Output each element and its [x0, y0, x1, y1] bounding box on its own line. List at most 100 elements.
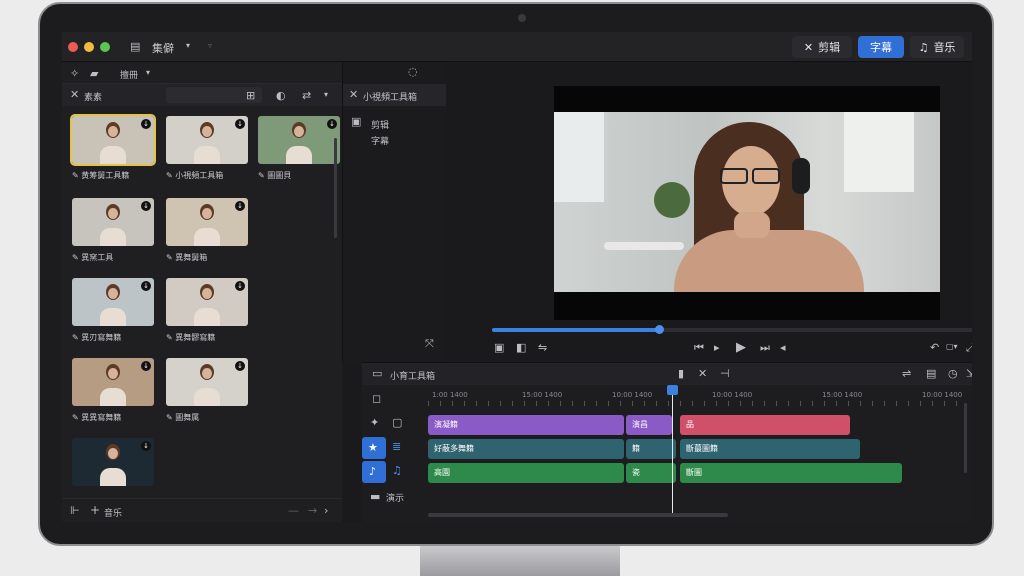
screen-icon[interactable]: ▣ — [494, 342, 504, 353]
download-icon[interactable]: ↓ — [141, 281, 151, 291]
scissors-icon[interactable]: ✕ — [698, 368, 707, 379]
audio-track-toggle[interactable]: ♪ — [362, 461, 386, 483]
person-face — [294, 126, 304, 137]
media-thumbnail[interactable]: ↓ — [166, 358, 248, 406]
tool-item-edit[interactable]: 剪辑 — [371, 118, 389, 131]
chevron-down-icon[interactable]: ▿ — [208, 42, 212, 50]
maximize-window-button[interactable] — [100, 42, 110, 52]
expand-icon[interactable]: ⤧ — [425, 338, 434, 349]
video-track-toggle[interactable]: ★ — [362, 437, 386, 459]
download-icon[interactable]: ↓ — [141, 441, 151, 451]
audio-clip[interactable]: 瓷 — [626, 463, 676, 483]
scissors-icon: ✕ — [70, 88, 80, 101]
zoom-select[interactable]: ▢▾ — [946, 343, 958, 351]
video-clip[interactable]: 好蔽多舞籍 — [428, 439, 624, 459]
prev-frame-icon[interactable]: ⏮ — [694, 342, 704, 353]
playback-progress[interactable] — [492, 325, 972, 334]
play-small-icon[interactable]: ▸ — [714, 342, 720, 353]
media-thumbnail[interactable]: ↓ — [72, 278, 154, 326]
media-thumbnail[interactable]: ↓ — [72, 438, 154, 486]
plant — [654, 182, 690, 218]
chevron-down-icon[interactable]: ▾ — [146, 69, 150, 77]
split-icon[interactable]: ◧ — [516, 342, 526, 353]
chevron-down-icon[interactable]: ▾ — [186, 42, 190, 50]
visibility-icon[interactable]: ▢ — [392, 417, 402, 428]
download-icon[interactable]: ↓ — [141, 361, 151, 371]
media-thumbnail[interactable]: ↓ — [166, 278, 248, 326]
plus-icon[interactable]: + — [90, 504, 100, 516]
close-window-button[interactable] — [68, 42, 78, 52]
text-track-icon[interactable]: ✦ — [370, 417, 379, 428]
text-clip[interactable]: 演昌 — [626, 415, 672, 435]
download-icon[interactable]: ↓ — [235, 201, 245, 211]
layout-icon[interactable]: ⊩ — [70, 505, 80, 516]
video-clip[interactable]: 斷蕞圖籍 — [680, 439, 860, 459]
folder-icon[interactable]: ▰ — [90, 68, 98, 79]
mode-edit-button[interactable]: ✕ 剪辑 — [792, 36, 852, 58]
media-thumbnail[interactable]: ↓ — [72, 198, 154, 246]
media-thumbnail[interactable]: ↓ — [72, 358, 154, 406]
text-clip[interactable]: 演凝籍 — [428, 415, 624, 435]
lock-icon[interactable]: ◻ — [372, 393, 381, 404]
media-thumbnail[interactable]: ↓ — [166, 116, 248, 164]
timeline-scrollbar[interactable] — [428, 513, 728, 517]
text-clip[interactable]: 品 — [680, 415, 850, 435]
demo-track-label: 演示 — [386, 494, 405, 504]
download-icon[interactable]: ↓ — [141, 201, 151, 211]
download-icon[interactable]: ↓ — [141, 119, 151, 129]
monitor-frame: ▤ 集僻 ▾ ▿ ✕ 剪辑 字幕 ♫ 音乐 ✧ ▰ 擅冊 ▾ ✕ 素素 ⊞ ◐ … — [38, 2, 994, 546]
split-clip-icon[interactable]: ⊣ — [720, 368, 730, 379]
add-music-button[interactable]: 音乐 — [104, 506, 122, 519]
video-clip[interactable]: 籍 — [626, 439, 676, 459]
media-scrollbar[interactable] — [334, 138, 337, 238]
layers-icon[interactable]: ▤ — [926, 368, 936, 379]
music-note-icon[interactable]: ♫ — [392, 465, 402, 476]
fullscreen-icon[interactable]: ⤢ — [966, 342, 972, 353]
clock-icon[interactable]: ◷ — [948, 368, 958, 379]
export-icon[interactable]: ⇲ — [966, 368, 972, 379]
audio-clip[interactable]: 高園 — [428, 463, 624, 483]
mode-music-button[interactable]: ♫ 音乐 — [910, 36, 964, 58]
mixer-icon[interactable]: ⇌ — [902, 368, 911, 379]
download-icon[interactable]: ↓ — [235, 281, 245, 291]
edit-icon: ▣ — [351, 115, 362, 128]
ruler-tick — [596, 401, 597, 406]
timeline-title: 小育工具箱 — [390, 372, 436, 382]
media-thumbnail[interactable]: ↓ — [70, 114, 156, 166]
arrow-right-icon[interactable]: → — [308, 505, 317, 516]
tool-item-subtitle[interactable]: 字幕 — [371, 134, 389, 147]
toggle-icon[interactable]: ◐ — [276, 90, 286, 101]
palette-icon[interactable]: ◌ — [408, 66, 418, 77]
caption-icon[interactable]: ≣ — [392, 441, 401, 452]
media-thumbnail[interactable]: ↓ — [258, 116, 340, 164]
glasses — [720, 168, 748, 184]
next-frame-icon[interactable]: ⏭ — [760, 342, 770, 353]
swap-icon[interactable]: ⇄ — [302, 90, 311, 101]
sort-dropdown[interactable]: 擅冊 — [120, 68, 138, 81]
volume-icon[interactable]: ◂ — [780, 342, 786, 353]
clip-label: 斷蕞圖籍 — [686, 444, 718, 453]
progress-handle[interactable] — [654, 325, 664, 334]
timeline-vscrollbar[interactable] — [964, 403, 967, 473]
folder-icon[interactable]: ▬ — [370, 491, 380, 502]
play-icon[interactable]: ▶ — [736, 341, 746, 354]
minimize-window-button[interactable] — [84, 42, 94, 52]
chevron-right-icon[interactable]: › — [324, 505, 328, 516]
waveform-icon[interactable]: ▮ — [678, 368, 684, 379]
ruler-tick — [644, 401, 645, 406]
media-thumbnail[interactable]: ↓ — [166, 198, 248, 246]
wand-icon[interactable]: ✧ — [70, 68, 79, 79]
download-icon[interactable]: ↓ — [235, 361, 245, 371]
chevron-down-icon[interactable]: ▾ — [324, 91, 328, 99]
thumbnail-caption: ✎ 黄筹舅工具籍 — [72, 171, 130, 180]
crop-icon[interactable]: ⊞ — [246, 90, 255, 101]
mode-subtitle-button[interactable]: 字幕 — [858, 36, 904, 58]
playhead[interactable] — [672, 387, 673, 513]
download-icon[interactable]: ↓ — [327, 119, 337, 129]
shuffle-icon[interactable]: ⇋ — [538, 342, 547, 353]
playhead-handle[interactable] — [667, 385, 678, 395]
download-icon[interactable]: ↓ — [235, 119, 245, 129]
audio-clip[interactable]: 斷圖 — [680, 463, 902, 483]
undo-icon[interactable]: ↶ — [930, 342, 939, 353]
tab-media[interactable]: 素素 — [84, 90, 102, 103]
